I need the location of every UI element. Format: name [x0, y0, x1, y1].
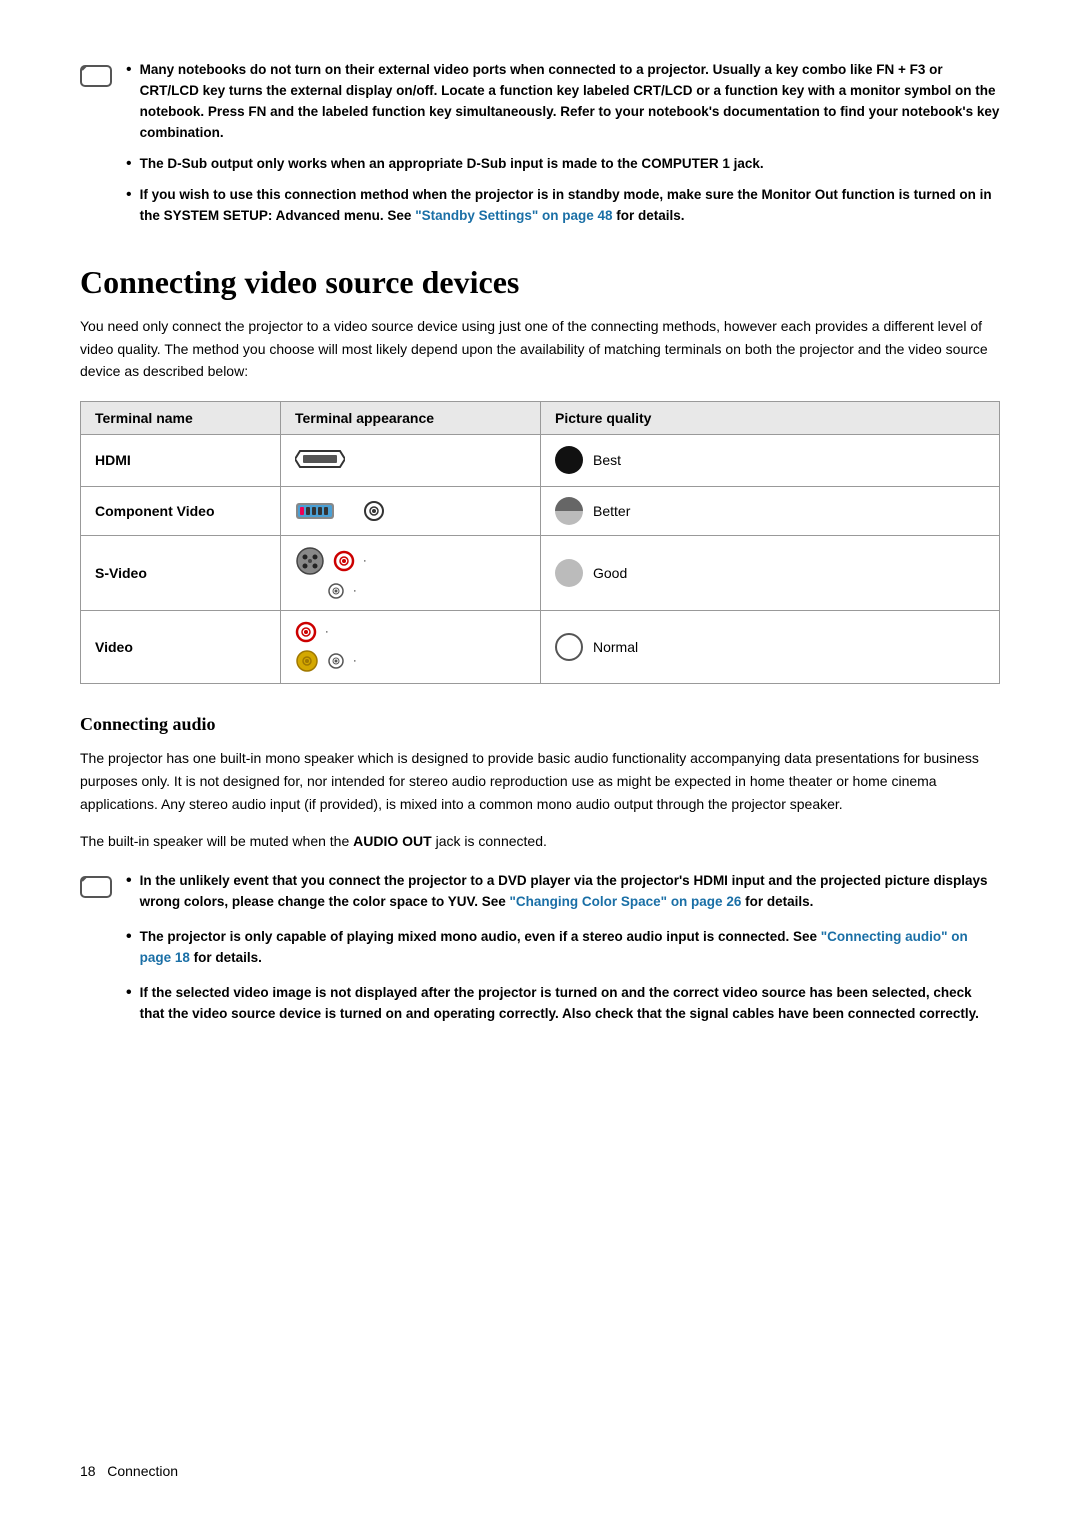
- quality-circle-light: [555, 559, 583, 587]
- table-row-hdmi: HDMI Best: [81, 434, 1000, 486]
- quality-svideo: Good: [541, 535, 1000, 610]
- terminal-appearance-video: ·: [281, 610, 541, 683]
- bottom-note-item-1: In the unlikely event that you connect t…: [126, 871, 1000, 913]
- col-header-terminal: Terminal name: [81, 401, 281, 434]
- note-icon: [80, 62, 116, 90]
- quality-hdmi: Best: [541, 434, 1000, 486]
- terminal-name-component: Component Video: [81, 486, 281, 535]
- col-header-appearance: Terminal appearance: [281, 401, 541, 434]
- connection-table: Terminal name Terminal appearance Pictur…: [80, 401, 1000, 684]
- top-note-list: Many notebooks do not turn on their exte…: [126, 60, 1000, 236]
- bottom-note-list: In the unlikely event that you connect t…: [126, 871, 1000, 1039]
- note-item-2: The D-Sub output only works when an appr…: [126, 154, 1000, 175]
- intro-text: You need only connect the projector to a…: [80, 315, 1000, 382]
- quality-circle-empty: [555, 633, 583, 661]
- bottom-note-item-3: If the selected video image is not displ…: [126, 983, 1000, 1025]
- note-item-1: Many notebooks do not turn on their exte…: [126, 60, 1000, 144]
- terminal-appearance-component: [281, 486, 541, 535]
- terminal-name-svideo: S-Video: [81, 535, 281, 610]
- page-footer: 18 Connection: [80, 1463, 178, 1479]
- quality-circle-full: [555, 446, 583, 474]
- subsection-title-audio: Connecting audio: [80, 714, 1000, 735]
- table-row-video: Video ·: [81, 610, 1000, 683]
- bottom-note-block: In the unlikely event that you connect t…: [80, 871, 1000, 1039]
- quality-video: Normal: [541, 610, 1000, 683]
- terminal-name-hdmi: HDMI: [81, 434, 281, 486]
- quality-circle-half: [555, 497, 583, 525]
- bottom-note-item-2: The projector is only capable of playing…: [126, 927, 1000, 969]
- audio-paragraph-2: The built-in speaker will be muted when …: [80, 830, 1000, 853]
- table-row-svideo: S-Video: [81, 535, 1000, 610]
- note-item-3: If you wish to use this connection metho…: [126, 185, 1000, 227]
- section-title: Connecting video source devices: [80, 264, 1000, 301]
- col-header-quality: Picture quality: [541, 401, 1000, 434]
- terminal-appearance-hdmi: [281, 434, 541, 486]
- quality-component: Better: [541, 486, 1000, 535]
- terminal-appearance-svideo: · ·: [281, 535, 541, 610]
- top-note-block: Many notebooks do not turn on their exte…: [80, 60, 1000, 236]
- terminal-name-video: Video: [81, 610, 281, 683]
- bottom-note-icon: [80, 873, 116, 901]
- table-row-component: Component Video: [81, 486, 1000, 535]
- audio-paragraph-1: The projector has one built-in mono spea…: [80, 747, 1000, 816]
